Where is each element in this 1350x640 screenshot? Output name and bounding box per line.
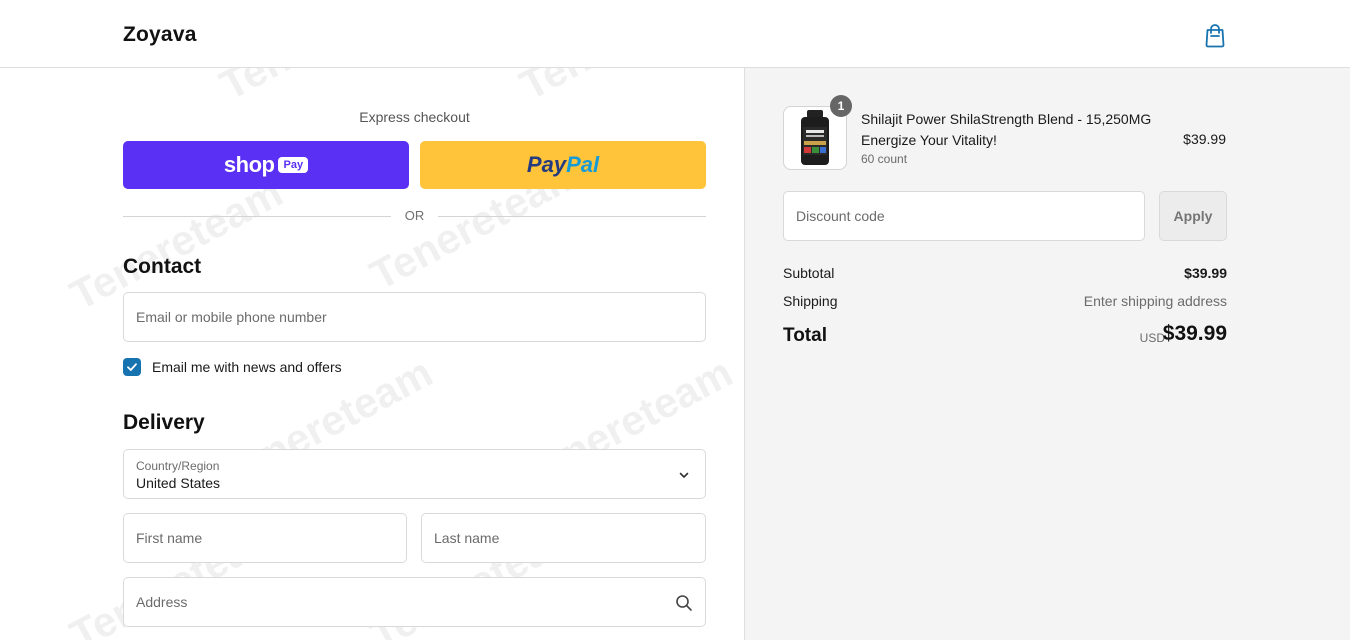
brand-logo[interactable]: Zoyava xyxy=(123,23,197,47)
subtotal-row: Subtotal $39.99 xyxy=(783,265,1227,283)
last-name-field[interactable] xyxy=(421,513,706,563)
delivery-heading: Delivery xyxy=(123,411,205,434)
or-divider: OR xyxy=(123,207,706,227)
address-field[interactable] xyxy=(123,577,706,627)
paypal-wordmark-pay: Pay xyxy=(526,152,567,177)
subtotal-value: $39.99 xyxy=(1184,265,1227,281)
email-input[interactable] xyxy=(124,293,705,341)
product-price: $39.99 xyxy=(1183,131,1226,147)
quantity-badge: 1 xyxy=(830,95,852,117)
first-name-input[interactable] xyxy=(124,514,406,562)
product-name: Shilajit Power ShilaStrength Blend - 15,… xyxy=(861,111,1152,148)
shop-pay-wordmark: shop xyxy=(223,152,275,177)
newsletter-label: Email me with news and offers xyxy=(152,359,342,375)
site-header: Zoyava xyxy=(0,0,1350,68)
chevron-down-icon xyxy=(679,472,689,478)
shipping-label: Shipping xyxy=(783,293,838,309)
product-bottle-image xyxy=(801,110,829,165)
country-label: Country/Region xyxy=(136,459,220,473)
product-variant: 60 count xyxy=(861,152,908,166)
email-field[interactable] xyxy=(123,292,706,342)
contact-heading: Contact xyxy=(123,255,202,278)
shop-pay-button[interactable]: shop Pay xyxy=(123,141,409,189)
divider-line xyxy=(438,216,706,217)
first-name-field[interactable] xyxy=(123,513,407,563)
paypal-wordmark-pal: Pal xyxy=(566,152,600,177)
country-value: United States xyxy=(136,475,221,491)
checkout-page: Tenereteam Tenereteam Tenereteam Teneret… xyxy=(0,0,1350,640)
newsletter-option[interactable]: Email me with news and offers xyxy=(123,357,342,377)
subtotal-label: Subtotal xyxy=(783,265,835,281)
shopping-bag-icon[interactable] xyxy=(1203,22,1227,48)
shipping-value: Enter shipping address xyxy=(1083,293,1227,309)
newsletter-checkbox[interactable] xyxy=(123,358,141,376)
shop-pay-pill: Pay xyxy=(278,157,309,173)
total-label: Total xyxy=(783,325,827,346)
country-select[interactable]: Country/Region United States xyxy=(123,449,706,499)
checkmark-icon xyxy=(127,363,137,371)
total-currency: USD xyxy=(1139,331,1165,345)
total-amount: $39.99 xyxy=(1162,322,1227,345)
search-icon[interactable] xyxy=(675,594,693,612)
last-name-input[interactable] xyxy=(422,514,705,562)
discount-code-input[interactable] xyxy=(784,192,1144,240)
address-input[interactable] xyxy=(124,578,705,626)
express-checkout-label: Express checkout xyxy=(359,109,470,125)
shipping-row: Shipping Enter shipping address xyxy=(783,293,1227,311)
discount-code-field[interactable] xyxy=(783,191,1145,241)
apply-discount-button[interactable]: Apply xyxy=(1159,191,1227,241)
paypal-button[interactable]: Pay Pal xyxy=(420,141,706,189)
